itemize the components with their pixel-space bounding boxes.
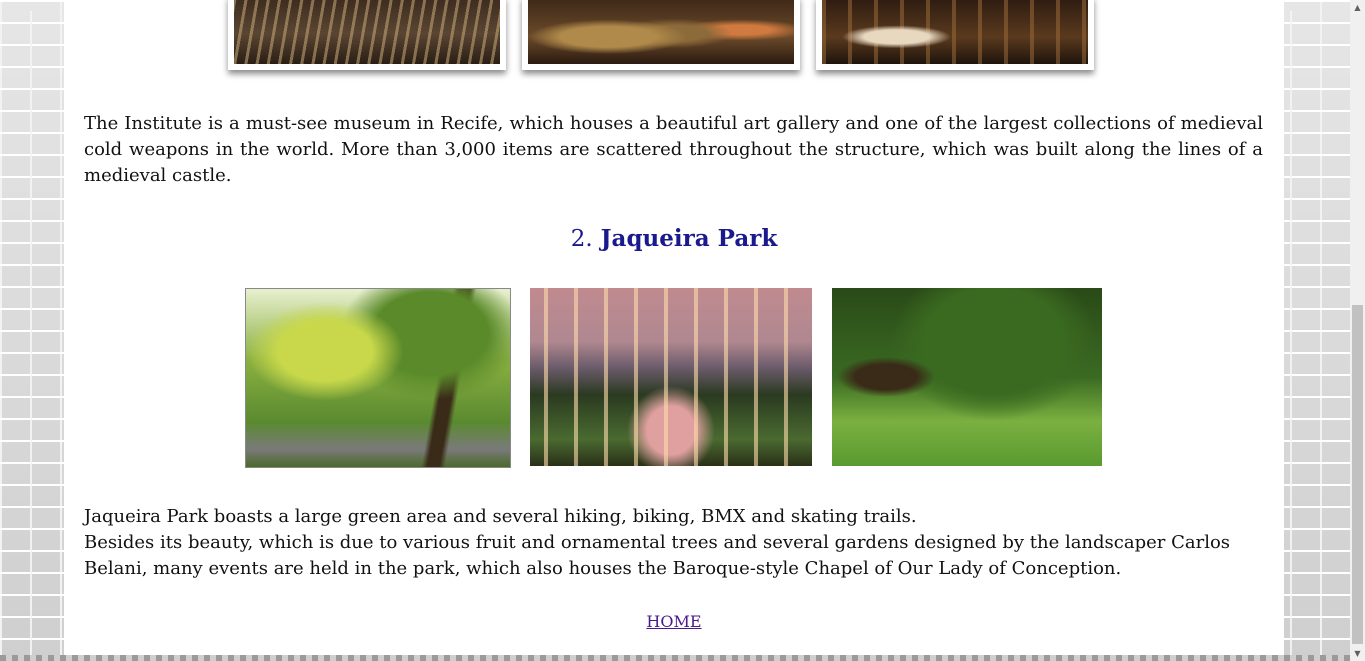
home-link[interactable]: HOME: [646, 612, 701, 631]
scrollbar-thumb[interactable]: [1352, 305, 1363, 644]
armor-collection-photo: [528, 0, 794, 64]
jaqueira-description-line-1: Jaqueira Park boasts a large green area …: [84, 506, 917, 527]
page-body: { "section_1": { "description": "The Ins…: [0, 0, 1365, 661]
scroll-down-arrow-icon[interactable]: ▼: [1350, 646, 1365, 661]
museum-hall-photo: [822, 0, 1088, 64]
museum-photo-gallery: [228, 0, 1094, 70]
museum-photo-frame: [522, 0, 800, 70]
park-trees-photo: [245, 288, 511, 468]
content-panel: The Institute is a must-see museum in Re…: [64, 0, 1284, 655]
vertical-scrollbar[interactable]: ▲ ▼: [1350, 0, 1365, 661]
jaqueira-description-line-2: Besides its beauty, which is due to vari…: [84, 532, 1231, 579]
footer-nav: HOME: [64, 612, 1284, 631]
section-heading-jaqueira-park: 2. Jaqueira Park: [64, 225, 1284, 252]
jaqueira-description: Jaqueira Park boasts a large green area …: [84, 504, 1263, 582]
park-night-skyline-photo: [530, 288, 812, 466]
museum-photo-frame: [816, 0, 1094, 70]
section-title: Jaqueira Park: [600, 225, 778, 252]
weapons-collection-photo: [234, 0, 500, 64]
section-number: 2.: [570, 226, 593, 252]
scroll-up-arrow-icon[interactable]: ▲: [1350, 0, 1365, 15]
park-lawn-photo: [832, 288, 1102, 466]
museum-photo-frame: [228, 0, 506, 70]
institute-description: The Institute is a must-see museum in Re…: [84, 113, 1263, 186]
page-bottom-border: [0, 655, 1350, 661]
